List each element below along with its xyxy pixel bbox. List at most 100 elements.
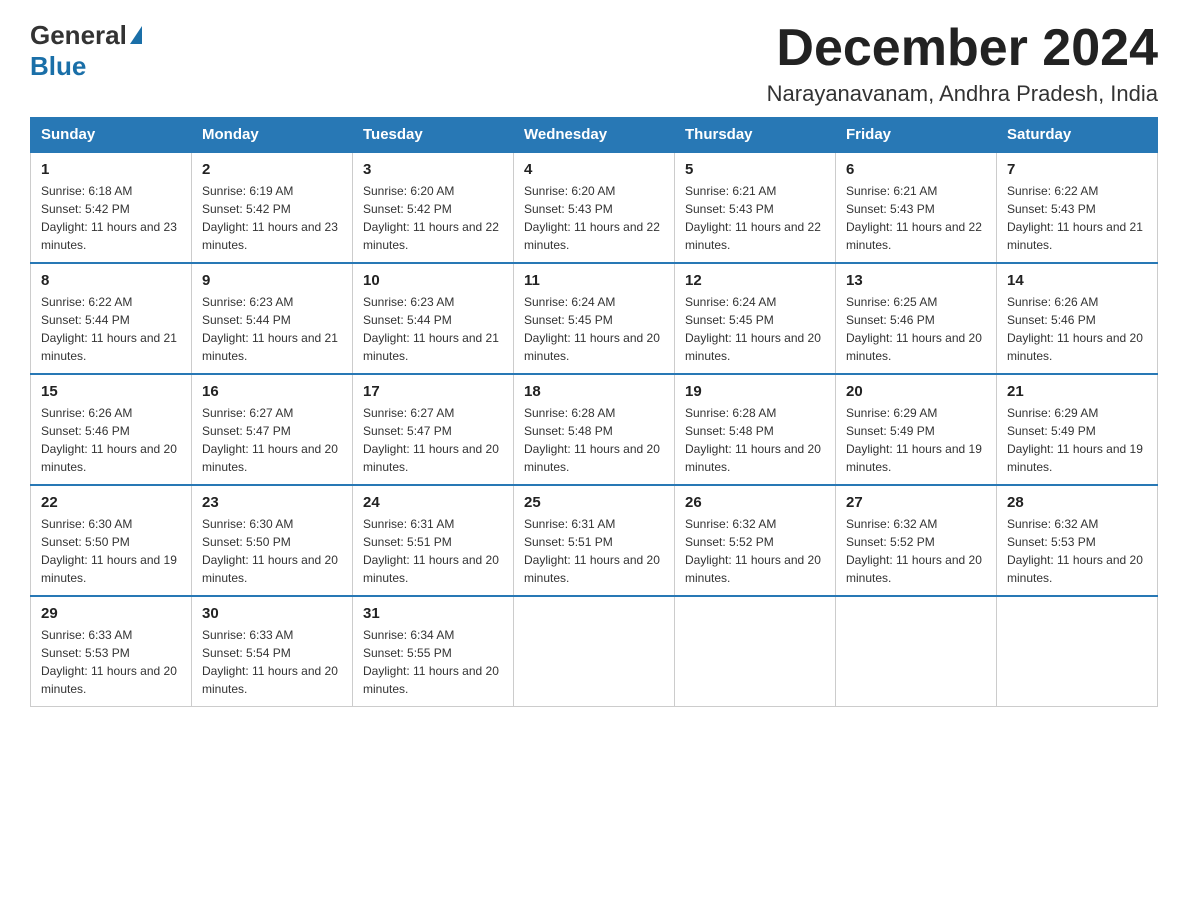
calendar-cell: 3 Sunrise: 6:20 AMSunset: 5:42 PMDayligh… xyxy=(353,152,514,263)
calendar-cell: 11 Sunrise: 6:24 AMSunset: 5:45 PMDaylig… xyxy=(514,263,675,374)
day-detail: Sunrise: 6:26 AMSunset: 5:46 PMDaylight:… xyxy=(41,406,177,474)
day-number: 15 xyxy=(41,383,181,400)
calendar-cell: 26 Sunrise: 6:32 AMSunset: 5:52 PMDaylig… xyxy=(675,485,836,596)
calendar-week-row: 1 Sunrise: 6:18 AMSunset: 5:42 PMDayligh… xyxy=(31,152,1158,263)
logo: General Blue xyxy=(30,20,142,82)
day-number: 23 xyxy=(202,494,342,511)
day-number: 4 xyxy=(524,161,664,178)
day-number: 27 xyxy=(846,494,986,511)
calendar-week-row: 22 Sunrise: 6:30 AMSunset: 5:50 PMDaylig… xyxy=(31,485,1158,596)
day-number: 14 xyxy=(1007,272,1147,289)
calendar-cell: 16 Sunrise: 6:27 AMSunset: 5:47 PMDaylig… xyxy=(192,374,353,485)
day-detail: Sunrise: 6:29 AMSunset: 5:49 PMDaylight:… xyxy=(1007,406,1143,474)
calendar-cell: 18 Sunrise: 6:28 AMSunset: 5:48 PMDaylig… xyxy=(514,374,675,485)
day-detail: Sunrise: 6:25 AMSunset: 5:46 PMDaylight:… xyxy=(846,295,982,363)
day-detail: Sunrise: 6:23 AMSunset: 5:44 PMDaylight:… xyxy=(202,295,338,363)
day-detail: Sunrise: 6:28 AMSunset: 5:48 PMDaylight:… xyxy=(524,406,660,474)
day-number: 5 xyxy=(685,161,825,178)
calendar-cell: 28 Sunrise: 6:32 AMSunset: 5:53 PMDaylig… xyxy=(997,485,1158,596)
day-number: 3 xyxy=(363,161,503,178)
calendar-cell: 10 Sunrise: 6:23 AMSunset: 5:44 PMDaylig… xyxy=(353,263,514,374)
calendar-week-row: 15 Sunrise: 6:26 AMSunset: 5:46 PMDaylig… xyxy=(31,374,1158,485)
day-number: 21 xyxy=(1007,383,1147,400)
day-detail: Sunrise: 6:32 AMSunset: 5:52 PMDaylight:… xyxy=(685,517,821,585)
calendar-cell xyxy=(836,596,997,707)
calendar-cell: 9 Sunrise: 6:23 AMSunset: 5:44 PMDayligh… xyxy=(192,263,353,374)
day-detail: Sunrise: 6:22 AMSunset: 5:43 PMDaylight:… xyxy=(1007,184,1143,252)
calendar-cell xyxy=(997,596,1158,707)
day-detail: Sunrise: 6:32 AMSunset: 5:52 PMDaylight:… xyxy=(846,517,982,585)
day-detail: Sunrise: 6:30 AMSunset: 5:50 PMDaylight:… xyxy=(41,517,177,585)
day-detail: Sunrise: 6:27 AMSunset: 5:47 PMDaylight:… xyxy=(202,406,338,474)
day-detail: Sunrise: 6:30 AMSunset: 5:50 PMDaylight:… xyxy=(202,517,338,585)
month-title: December 2024 xyxy=(767,20,1158,77)
page-header: General Blue December 2024 Narayanavanam… xyxy=(30,20,1158,107)
day-detail: Sunrise: 6:33 AMSunset: 5:54 PMDaylight:… xyxy=(202,628,338,696)
day-detail: Sunrise: 6:27 AMSunset: 5:47 PMDaylight:… xyxy=(363,406,499,474)
calendar-cell: 13 Sunrise: 6:25 AMSunset: 5:46 PMDaylig… xyxy=(836,263,997,374)
calendar-cell: 1 Sunrise: 6:18 AMSunset: 5:42 PMDayligh… xyxy=(31,152,192,263)
day-number: 28 xyxy=(1007,494,1147,511)
day-number: 10 xyxy=(363,272,503,289)
calendar-week-row: 8 Sunrise: 6:22 AMSunset: 5:44 PMDayligh… xyxy=(31,263,1158,374)
day-number: 1 xyxy=(41,161,181,178)
day-detail: Sunrise: 6:20 AMSunset: 5:42 PMDaylight:… xyxy=(363,184,499,252)
day-detail: Sunrise: 6:23 AMSunset: 5:44 PMDaylight:… xyxy=(363,295,499,363)
title-block: December 2024 Narayanavanam, Andhra Prad… xyxy=(767,20,1158,107)
day-number: 13 xyxy=(846,272,986,289)
day-detail: Sunrise: 6:21 AMSunset: 5:43 PMDaylight:… xyxy=(846,184,982,252)
day-number: 8 xyxy=(41,272,181,289)
calendar-cell: 27 Sunrise: 6:32 AMSunset: 5:52 PMDaylig… xyxy=(836,485,997,596)
day-number: 25 xyxy=(524,494,664,511)
calendar-cell: 20 Sunrise: 6:29 AMSunset: 5:49 PMDaylig… xyxy=(836,374,997,485)
logo-blue-text: Blue xyxy=(30,51,86,81)
day-number: 12 xyxy=(685,272,825,289)
calendar-cell: 21 Sunrise: 6:29 AMSunset: 5:49 PMDaylig… xyxy=(997,374,1158,485)
day-detail: Sunrise: 6:31 AMSunset: 5:51 PMDaylight:… xyxy=(363,517,499,585)
day-detail: Sunrise: 6:31 AMSunset: 5:51 PMDaylight:… xyxy=(524,517,660,585)
calendar-cell: 2 Sunrise: 6:19 AMSunset: 5:42 PMDayligh… xyxy=(192,152,353,263)
day-number: 26 xyxy=(685,494,825,511)
day-number: 16 xyxy=(202,383,342,400)
calendar-cell: 30 Sunrise: 6:33 AMSunset: 5:54 PMDaylig… xyxy=(192,596,353,707)
weekday-header-sunday: Sunday xyxy=(31,118,192,153)
calendar-cell: 19 Sunrise: 6:28 AMSunset: 5:48 PMDaylig… xyxy=(675,374,836,485)
calendar-cell: 12 Sunrise: 6:24 AMSunset: 5:45 PMDaylig… xyxy=(675,263,836,374)
day-number: 11 xyxy=(524,272,664,289)
day-detail: Sunrise: 6:29 AMSunset: 5:49 PMDaylight:… xyxy=(846,406,982,474)
calendar-cell: 23 Sunrise: 6:30 AMSunset: 5:50 PMDaylig… xyxy=(192,485,353,596)
day-number: 20 xyxy=(846,383,986,400)
weekday-header-wednesday: Wednesday xyxy=(514,118,675,153)
day-detail: Sunrise: 6:18 AMSunset: 5:42 PMDaylight:… xyxy=(41,184,177,252)
weekday-header-tuesday: Tuesday xyxy=(353,118,514,153)
calendar-cell: 5 Sunrise: 6:21 AMSunset: 5:43 PMDayligh… xyxy=(675,152,836,263)
day-detail: Sunrise: 6:33 AMSunset: 5:53 PMDaylight:… xyxy=(41,628,177,696)
day-detail: Sunrise: 6:32 AMSunset: 5:53 PMDaylight:… xyxy=(1007,517,1143,585)
day-detail: Sunrise: 6:21 AMSunset: 5:43 PMDaylight:… xyxy=(685,184,821,252)
calendar-table: SundayMondayTuesdayWednesdayThursdayFrid… xyxy=(30,117,1158,707)
calendar-cell xyxy=(675,596,836,707)
calendar-cell: 14 Sunrise: 6:26 AMSunset: 5:46 PMDaylig… xyxy=(997,263,1158,374)
location-title: Narayanavanam, Andhra Pradesh, India xyxy=(767,81,1158,107)
calendar-cell xyxy=(514,596,675,707)
calendar-cell: 29 Sunrise: 6:33 AMSunset: 5:53 PMDaylig… xyxy=(31,596,192,707)
calendar-cell: 8 Sunrise: 6:22 AMSunset: 5:44 PMDayligh… xyxy=(31,263,192,374)
calendar-week-row: 29 Sunrise: 6:33 AMSunset: 5:53 PMDaylig… xyxy=(31,596,1158,707)
logo-general-text: General xyxy=(30,20,127,51)
weekday-header-saturday: Saturday xyxy=(997,118,1158,153)
day-detail: Sunrise: 6:24 AMSunset: 5:45 PMDaylight:… xyxy=(685,295,821,363)
day-number: 18 xyxy=(524,383,664,400)
calendar-cell: 22 Sunrise: 6:30 AMSunset: 5:50 PMDaylig… xyxy=(31,485,192,596)
day-number: 30 xyxy=(202,605,342,622)
calendar-cell: 24 Sunrise: 6:31 AMSunset: 5:51 PMDaylig… xyxy=(353,485,514,596)
day-number: 22 xyxy=(41,494,181,511)
day-detail: Sunrise: 6:22 AMSunset: 5:44 PMDaylight:… xyxy=(41,295,177,363)
logo-triangle-icon xyxy=(130,26,142,44)
day-number: 7 xyxy=(1007,161,1147,178)
weekday-header-monday: Monday xyxy=(192,118,353,153)
weekday-header-friday: Friday xyxy=(836,118,997,153)
day-number: 2 xyxy=(202,161,342,178)
day-number: 17 xyxy=(363,383,503,400)
day-detail: Sunrise: 6:24 AMSunset: 5:45 PMDaylight:… xyxy=(524,295,660,363)
weekday-header-thursday: Thursday xyxy=(675,118,836,153)
